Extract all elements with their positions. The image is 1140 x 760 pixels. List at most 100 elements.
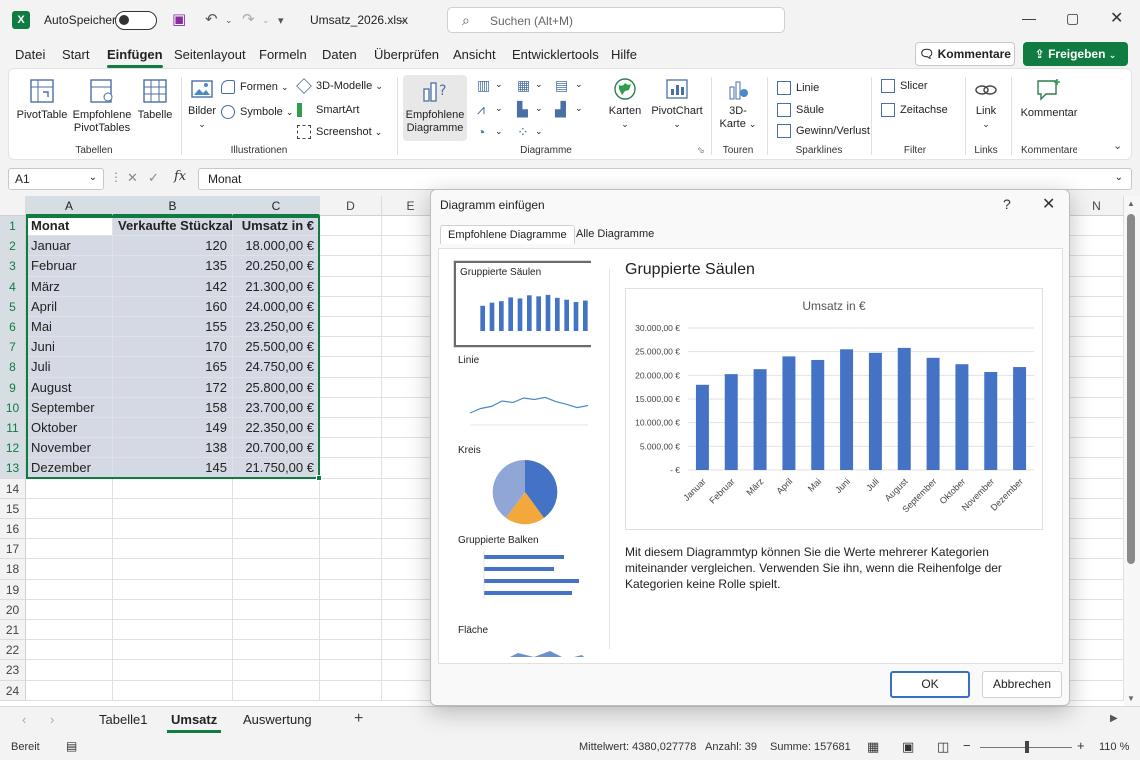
cell[interactable] bbox=[26, 620, 113, 641]
data-cell[interactable]: 23.700,00 € bbox=[233, 397, 320, 418]
thumbnail-clustered-column[interactable]: Gruppierte Säulen bbox=[454, 261, 591, 347]
data-cell[interactable]: September bbox=[26, 397, 113, 418]
status-sum[interactable]: Summe: 157681 bbox=[770, 741, 851, 753]
data-cell[interactable]: 160 bbox=[113, 296, 233, 317]
add-sheet-icon[interactable]: + bbox=[354, 710, 363, 728]
column-chart-icon[interactable]: ▥ bbox=[477, 77, 490, 94]
cell[interactable] bbox=[26, 599, 113, 620]
cell[interactable] bbox=[320, 620, 382, 641]
cell[interactable] bbox=[113, 559, 233, 580]
3d-models-button[interactable]: 3D-Modelle ⌄ bbox=[296, 78, 383, 94]
sparkline-winloss-button[interactable]: Gewinn/Verlust bbox=[777, 124, 870, 138]
maximize-icon[interactable]: ▢ bbox=[1066, 10, 1079, 27]
cell[interactable] bbox=[320, 660, 382, 681]
data-cell[interactable]: 120 bbox=[113, 236, 233, 257]
thumbnail-area[interactable]: Fläche bbox=[454, 621, 591, 657]
name-box-chevron-icon[interactable]: ⌄ bbox=[89, 172, 97, 183]
row-header[interactable]: 20 bbox=[0, 599, 26, 620]
pie-chart-chevron-icon[interactable]: ⌄ bbox=[495, 126, 503, 137]
combo-chart-chevron-icon[interactable]: ⌄ bbox=[575, 79, 583, 90]
row-header[interactable]: 12 bbox=[0, 438, 26, 459]
accessibility-icon[interactable]: ▤ bbox=[66, 739, 77, 753]
close-window-icon[interactable]: ✕ bbox=[1110, 8, 1123, 28]
data-cell[interactable]: Januar bbox=[26, 236, 113, 257]
recommended-pivottables-button[interactable]: Empfohlene PivotTables bbox=[71, 77, 133, 135]
zoom-slider-thumb[interactable] bbox=[1025, 741, 1029, 753]
line-chart-chevron-icon[interactable]: ⌄ bbox=[495, 103, 503, 114]
scatter-chart-icon[interactable]: ⁘ bbox=[517, 124, 529, 141]
sparkline-line-button[interactable]: Linie bbox=[777, 81, 819, 95]
row-header[interactable]: 2 bbox=[0, 236, 26, 257]
cell[interactable] bbox=[26, 478, 113, 499]
sheet-tab-umsatz[interactable]: Umsatz bbox=[166, 712, 222, 733]
cell[interactable] bbox=[233, 660, 320, 681]
hscroll-right-icon[interactable]: ▶ bbox=[1110, 713, 1118, 724]
cell[interactable] bbox=[320, 397, 382, 418]
tab-recommended-charts[interactable]: Empfohlene Diagramme bbox=[440, 225, 575, 244]
cell[interactable] bbox=[26, 498, 113, 519]
maps-button[interactable]: Karten ⌄ bbox=[605, 77, 645, 131]
cell[interactable] bbox=[320, 458, 382, 479]
cell[interactable] bbox=[320, 640, 382, 661]
cell[interactable] bbox=[320, 478, 382, 499]
cell[interactable] bbox=[26, 519, 113, 540]
cell[interactable] bbox=[113, 478, 233, 499]
zoom-in-icon[interactable]: + bbox=[1077, 738, 1085, 753]
slicer-button[interactable]: Slicer bbox=[881, 79, 928, 93]
data-cell[interactable]: 25.500,00 € bbox=[233, 337, 320, 358]
line-chart-icon[interactable]: ⩘ bbox=[477, 101, 485, 118]
pictures-button[interactable]: Bilder ⌄ bbox=[185, 77, 219, 131]
cell[interactable] bbox=[113, 640, 233, 661]
cell[interactable] bbox=[320, 357, 382, 378]
data-cell[interactable]: März bbox=[26, 276, 113, 297]
cell[interactable] bbox=[233, 478, 320, 499]
cell[interactable] bbox=[113, 680, 233, 701]
row-header[interactable]: 19 bbox=[0, 579, 26, 600]
scroll-up-icon[interactable]: ▲ bbox=[1127, 199, 1135, 208]
data-cell[interactable]: 138 bbox=[113, 438, 233, 459]
header-cell[interactable]: Verkaufte Stückzahl bbox=[113, 216, 233, 237]
data-cell[interactable]: August bbox=[26, 377, 113, 398]
scroll-down-icon[interactable]: ▼ bbox=[1127, 694, 1135, 703]
hierarchy-chart-icon[interactable]: ▦ bbox=[517, 77, 530, 94]
comments-button[interactable]: 🗨 Kommentare bbox=[915, 42, 1015, 66]
redo-dropdown-icon[interactable]: ⌄ bbox=[262, 15, 270, 26]
row-header[interactable]: 3 bbox=[0, 256, 26, 277]
row-header[interactable]: 18 bbox=[0, 559, 26, 580]
autosave-toggle[interactable] bbox=[115, 11, 157, 30]
cell[interactable] bbox=[233, 498, 320, 519]
row-header[interactable]: 4 bbox=[0, 276, 26, 297]
dialog-launcher-icon[interactable]: ⬂ bbox=[697, 145, 705, 156]
cell[interactable] bbox=[320, 599, 382, 620]
share-button[interactable]: ⇪ Freigeben ⌄ bbox=[1023, 42, 1128, 66]
data-cell[interactable]: April bbox=[26, 296, 113, 317]
waterfall-chart-icon[interactable]: ▟ bbox=[555, 101, 566, 118]
row-header[interactable]: 11 bbox=[0, 418, 26, 439]
cell[interactable] bbox=[320, 539, 382, 560]
row-header[interactable]: 22 bbox=[0, 640, 26, 661]
cell[interactable] bbox=[26, 539, 113, 560]
expand-formula-icon[interactable]: ⌄ bbox=[1115, 172, 1123, 183]
cell[interactable] bbox=[320, 236, 382, 257]
row-header[interactable]: 23 bbox=[0, 660, 26, 681]
cancel-formula-icon[interactable]: ✕ bbox=[127, 170, 138, 186]
column-header[interactable]: D bbox=[320, 196, 382, 216]
cell[interactable] bbox=[233, 539, 320, 560]
cell[interactable] bbox=[320, 296, 382, 317]
row-header[interactable]: 17 bbox=[0, 539, 26, 560]
timeline-button[interactable]: Zeitachse bbox=[881, 103, 948, 117]
cell[interactable] bbox=[320, 680, 382, 701]
select-all-corner[interactable] bbox=[0, 196, 26, 216]
column-header[interactable]: A bbox=[26, 196, 113, 216]
row-header[interactable]: 5 bbox=[0, 296, 26, 317]
data-cell[interactable]: 165 bbox=[113, 357, 233, 378]
data-cell[interactable]: 18.000,00 € bbox=[233, 236, 320, 257]
normal-view-icon[interactable]: ▦ bbox=[867, 739, 879, 755]
data-cell[interactable]: Februar bbox=[26, 256, 113, 277]
row-header[interactable]: 13 bbox=[0, 458, 26, 479]
close-dialog-icon[interactable]: ✕ bbox=[1042, 194, 1055, 214]
header-cell[interactable]: Umsatz in € bbox=[233, 216, 320, 237]
tab-hilfe[interactable]: Hilfe bbox=[611, 47, 637, 62]
page-layout-view-icon[interactable]: ▣ bbox=[902, 739, 914, 755]
undo-icon[interactable]: ↶ bbox=[205, 10, 218, 28]
